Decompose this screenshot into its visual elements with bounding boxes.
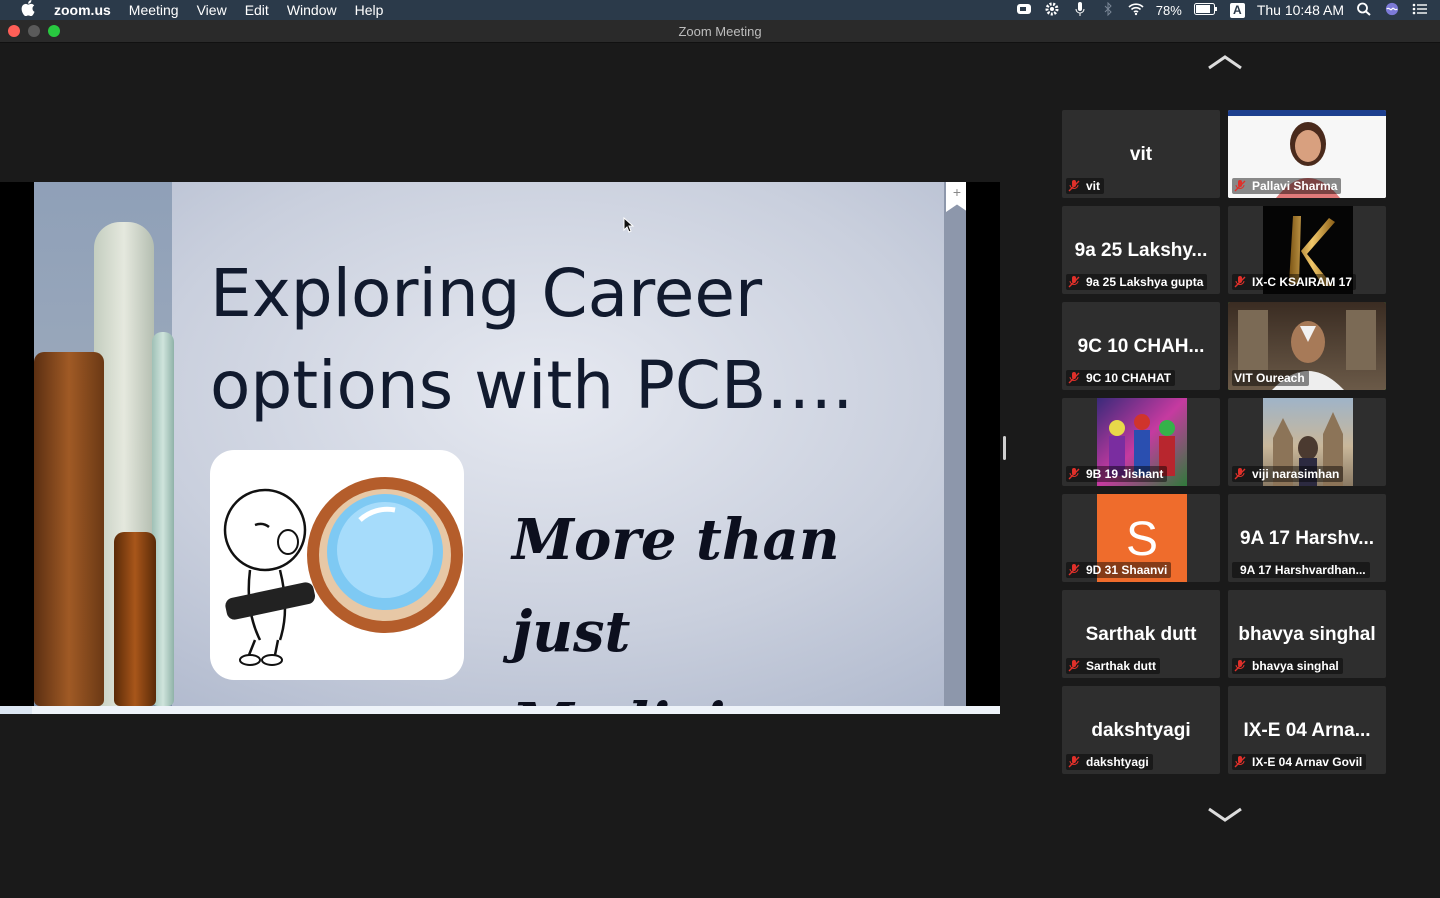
mic-muted-icon — [1068, 468, 1080, 480]
bottle-shape — [114, 532, 156, 706]
menu-view[interactable]: View — [197, 2, 227, 18]
mic-muted-icon — [1068, 756, 1080, 768]
participant-label: 9A 17 Harshvardhan... — [1232, 562, 1370, 578]
participant-tile[interactable]: S 9D 31 Shaanvi — [1062, 494, 1220, 582]
bottle-shape — [34, 352, 104, 706]
participant-tile[interactable]: 9a 25 Lakshy... 9a 25 Lakshya gupta — [1062, 206, 1220, 294]
participant-name: vit — [1086, 179, 1101, 193]
mic-muted-icon — [1234, 180, 1246, 192]
gallery-prev-button[interactable] — [1205, 54, 1245, 74]
participant-tile[interactable]: bhavya singhal bhavya singhal — [1228, 590, 1386, 678]
slide-subtitle-line: Medicine — [512, 678, 942, 706]
mic-muted-icon — [1068, 564, 1080, 576]
shared-screen[interactable]: + Exploring Career options with PCB…. Mo… — [0, 182, 1000, 714]
participant-label: bhavya singhal — [1232, 658, 1343, 674]
participant-tile[interactable]: Sarthak dutt Sarthak dutt — [1062, 590, 1220, 678]
participant-tile[interactable]: IX-C KSAIRAM 17 — [1228, 206, 1386, 294]
gallery-next-button[interactable] — [1205, 806, 1245, 826]
participant-tile[interactable]: Pallavi Sharma — [1228, 110, 1386, 198]
participant-name: dakshtyagi — [1086, 755, 1149, 769]
input-source-icon[interactable]: A — [1229, 2, 1245, 18]
participant-tile[interactable]: 9B 19 Jishant — [1062, 398, 1220, 486]
presentation-slide: + Exploring Career options with PCB…. Mo… — [34, 182, 966, 706]
split-view-handle[interactable] — [1003, 436, 1006, 460]
apple-menu-icon[interactable] — [20, 0, 36, 20]
battery-percent[interactable]: 78% — [1156, 3, 1182, 18]
gear-status-icon[interactable] — [1044, 2, 1060, 19]
notification-center-icon[interactable] — [1412, 2, 1428, 19]
zoom-status-icon[interactable] — [1016, 2, 1032, 19]
clock[interactable]: Thu 10:48 AM — [1257, 2, 1344, 18]
slide-subtitle: More than just Medicine — [512, 494, 942, 706]
participant-label: Pallavi Sharma — [1232, 178, 1342, 194]
participant-label: dakshtyagi — [1066, 754, 1153, 770]
window-title: Zoom Meeting — [678, 24, 762, 39]
participant-label: 9C 10 CHAHAT — [1066, 370, 1176, 386]
window-title-bar: Zoom Meeting — [0, 20, 1440, 43]
participant-name: Sarthak dutt — [1086, 659, 1157, 673]
participant-name: viji narasimhan — [1252, 467, 1340, 481]
participant-tile[interactable]: IX-E 04 Arna... IX-E 04 Arnav Govil — [1228, 686, 1386, 774]
participant-name: 9B 19 Jishant — [1086, 467, 1164, 481]
participant-name: bhavya singhal — [1252, 659, 1339, 673]
bookmark-plus: + — [952, 184, 962, 200]
spotlight-search-icon[interactable] — [1356, 2, 1372, 19]
slide-edge — [944, 182, 966, 706]
participant-name: 9D 31 Shaanvi — [1086, 563, 1168, 577]
participant-tile[interactable]: 9C 10 CHAH... 9C 10 CHAHAT — [1062, 302, 1220, 390]
share-scrollbar-thumb[interactable] — [32, 706, 1000, 714]
participant-tile[interactable]: dakshtyagi dakshtyagi — [1062, 686, 1220, 774]
participant-name: Pallavi Sharma — [1252, 179, 1338, 193]
participant-tile[interactable]: vit vit — [1062, 110, 1220, 198]
menu-help[interactable]: Help — [355, 2, 384, 18]
slide-title: Exploring Career options with PCB…. — [210, 248, 930, 432]
bluetooth-icon[interactable] — [1100, 1, 1116, 19]
participant-tile[interactable]: 9A 17 Harshv... 9A 17 Harshvardhan... — [1228, 494, 1386, 582]
chevron-down-icon — [1208, 807, 1242, 822]
status-area: 78% A Thu 10:48 AM — [1016, 0, 1440, 20]
participant-label: IX-C KSAIRAM 17 — [1232, 274, 1357, 290]
menu-bar: zoom.us Meeting View Edit Window Help 78… — [0, 0, 1440, 20]
participant-name: 9C 10 CHAHAT — [1086, 371, 1172, 385]
participant-name: 9a 25 Lakshya gupta — [1086, 275, 1204, 289]
mic-muted-icon — [1234, 276, 1246, 288]
participant-label: vit — [1066, 178, 1105, 194]
magnifier-clipart — [210, 450, 464, 680]
participant-name: VIT Oureach — [1234, 371, 1305, 385]
microphone-icon[interactable] — [1072, 1, 1088, 19]
slide-subtitle-line: More than just — [512, 507, 840, 665]
app-menu[interactable]: zoom.us — [54, 2, 111, 18]
menu-edit[interactable]: Edit — [245, 2, 269, 18]
participant-name: 9A 17 Harshvardhan... — [1240, 563, 1366, 577]
siri-icon[interactable] — [1384, 2, 1400, 19]
participant-label: Sarthak dutt — [1066, 658, 1161, 674]
chevron-up-icon — [1208, 55, 1242, 70]
menu-meeting[interactable]: Meeting — [129, 2, 179, 18]
participant-label: 9D 31 Shaanvi — [1066, 562, 1172, 578]
slide-title-line: Exploring Career — [210, 255, 763, 332]
participant-tile-active-speaker[interactable]: VIT Oureach — [1228, 302, 1386, 390]
mic-muted-icon — [1068, 372, 1080, 384]
wifi-icon[interactable] — [1128, 2, 1144, 19]
participant-label: VIT Oureach — [1232, 370, 1309, 386]
mic-muted-icon — [1068, 660, 1080, 672]
participant-label: IX-E 04 Arnav Govil — [1232, 754, 1367, 770]
participant-name: IX-E 04 Arnav Govil — [1252, 755, 1363, 769]
participant-name: IX-C KSAIRAM 17 — [1252, 275, 1353, 289]
mic-muted-icon — [1068, 276, 1080, 288]
participant-label: 9a 25 Lakshya gupta — [1066, 274, 1208, 290]
mic-muted-icon — [1068, 180, 1080, 192]
bottles-image — [34, 182, 174, 706]
mic-muted-icon — [1234, 756, 1246, 768]
participant-tile[interactable]: viji narasimhan — [1228, 398, 1386, 486]
magnifier-character-icon — [223, 477, 463, 666]
menu-window[interactable]: Window — [287, 2, 337, 18]
slide-title-line: options with PCB…. — [210, 347, 854, 424]
participant-label: 9B 19 Jishant — [1066, 466, 1168, 482]
share-scrollbar[interactable] — [0, 706, 1000, 714]
participant-label: viji narasimhan — [1232, 466, 1344, 482]
mic-muted-icon — [1234, 660, 1246, 672]
battery-icon[interactable] — [1193, 2, 1218, 18]
mic-muted-icon — [1234, 468, 1246, 480]
